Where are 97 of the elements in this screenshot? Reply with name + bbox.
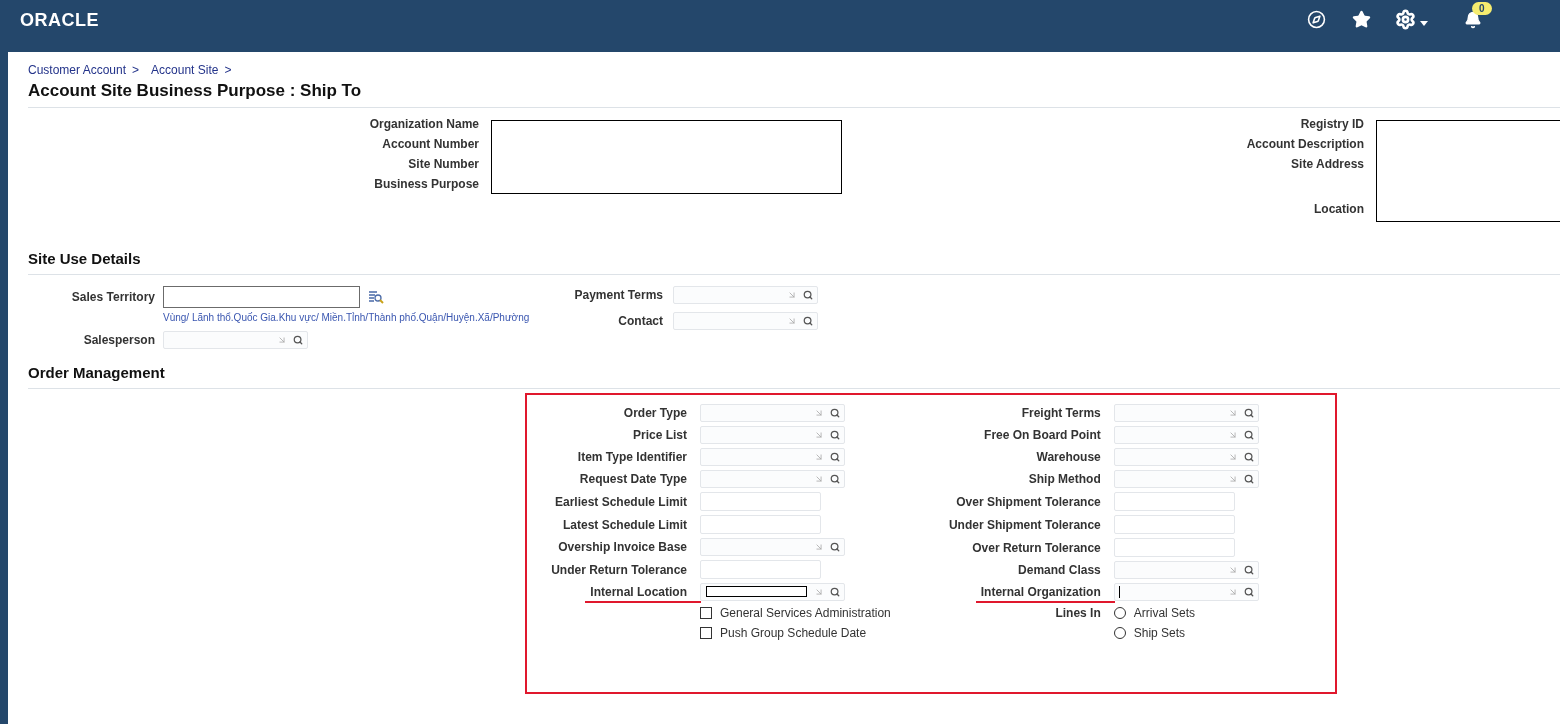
search-icon[interactable] [1243, 452, 1254, 462]
search-icon[interactable] [1243, 430, 1254, 440]
search-icon[interactable] [1243, 587, 1254, 597]
search-icon[interactable] [1243, 408, 1254, 418]
lookup-field[interactable] [1113, 404, 1259, 422]
star-icon[interactable] [1352, 10, 1371, 29]
checkbox[interactable]: Push Group Schedule Date [700, 625, 891, 641]
arrow-icon [814, 542, 824, 552]
lookup-field[interactable] [1113, 561, 1259, 579]
field-label: Warehouse [1036, 450, 1101, 464]
lookup-field[interactable] [673, 286, 818, 304]
search-icon[interactable] [830, 452, 840, 462]
info-label: Organization Name [369, 116, 479, 133]
search-icon[interactable] [293, 335, 303, 345]
search-icon[interactable] [830, 474, 840, 484]
field-label: Price List [632, 428, 687, 442]
caret-icon [1420, 21, 1428, 26]
notification-count: 0 [1472, 1, 1492, 15]
section-heading: Site Use Details [28, 250, 1560, 275]
arrow-icon [814, 408, 824, 418]
logo: ORACLE [20, 10, 99, 31]
arrow-icon [1227, 474, 1238, 484]
search-icon[interactable] [830, 430, 840, 440]
lookup-field[interactable] [163, 331, 308, 349]
field-label: Under Shipment Tolerance [948, 517, 1101, 532]
field-label: Contact [618, 314, 663, 328]
arrow-icon [277, 335, 287, 345]
arrow-icon [1227, 587, 1238, 597]
arrow-icon [1227, 408, 1238, 418]
lookup-field[interactable] [1113, 426, 1259, 444]
info-label: Site Address [1291, 156, 1364, 173]
arrow-icon [1227, 430, 1238, 440]
field-label: Internal Organization [980, 585, 1101, 599]
info-label: Location [1314, 202, 1364, 216]
lookup-field[interactable] [700, 448, 845, 466]
info-label: Registry ID [1300, 116, 1364, 133]
bell-icon[interactable] [1464, 10, 1482, 29]
field-label: Order Type [623, 406, 687, 420]
search-icon[interactable] [830, 587, 840, 597]
page-title: Account Site Business Purpose : Ship To [28, 81, 1560, 108]
field-label: Demand Class [1018, 563, 1101, 577]
arrow-icon [787, 316, 797, 326]
arrow-icon [1227, 565, 1238, 575]
info-label: Business Purpose [374, 176, 479, 193]
lookup-field[interactable] [700, 470, 845, 488]
field-hint: Vùng/ Lãnh thổ.Quốc Gia.Khu vực/ Miền.Tỉnh/Thành phố.Quận/Huyện.Xã/Phường [163, 312, 531, 323]
lookup-field[interactable] [700, 404, 845, 422]
field-label: Freight Terms [1021, 406, 1101, 420]
field-label: Under Return Tolerance [551, 562, 687, 577]
search-icon[interactable] [830, 408, 840, 418]
field-label: Overship Invoice Base [558, 540, 687, 554]
field-label: Earliest Schedule Limit [554, 494, 687, 509]
text-field[interactable] [163, 286, 360, 308]
search-icon[interactable] [803, 290, 813, 300]
info-label: Account Number [382, 136, 479, 153]
field-label: Over Shipment Tolerance [956, 494, 1101, 509]
lookup-field[interactable] [1113, 583, 1259, 601]
checkbox[interactable]: General Services Administration [700, 605, 891, 621]
field-label: Free On Board Point [984, 428, 1101, 442]
field-label: Salesperson [83, 333, 155, 347]
lookup-field[interactable] [1113, 448, 1259, 466]
lookup-field[interactable] [1113, 470, 1259, 488]
compass-icon[interactable] [1307, 10, 1326, 29]
arrow-icon [814, 452, 824, 462]
info-label: Site Number [408, 156, 479, 173]
arrow-icon [1227, 452, 1238, 462]
radio-button[interactable]: Arrival Sets [1113, 605, 1259, 621]
field-label: Over Return Tolerance [972, 540, 1101, 555]
radio-button[interactable]: Ship Sets [1113, 625, 1259, 641]
field-label: Latest Schedule Limit [562, 517, 687, 532]
field-label: Ship Method [1028, 472, 1101, 486]
search-icon[interactable] [830, 542, 840, 552]
settings-icon[interactable] [1395, 9, 1428, 30]
arrow-icon [814, 430, 824, 440]
field-label: Payment Terms [574, 288, 663, 302]
breadcrumb-separator: > [132, 63, 140, 77]
breadcrumb-link[interactable]: Account Site [151, 63, 219, 77]
list-search-icon[interactable] [368, 290, 384, 304]
breadcrumb-link[interactable]: Customer Account [28, 63, 127, 77]
section-heading: Order Management [28, 364, 1560, 389]
search-icon[interactable] [1243, 565, 1254, 575]
info-label: Account Description [1246, 136, 1364, 153]
field-label: Lines In [1055, 606, 1101, 620]
breadcrumb-separator: > [224, 63, 232, 77]
arrow-icon [787, 290, 797, 300]
arrow-icon [814, 474, 824, 484]
lookup-field[interactable] [700, 583, 845, 601]
lookup-field[interactable] [673, 312, 818, 330]
arrow-icon [814, 587, 824, 597]
field-label: Sales Territory [71, 290, 155, 304]
search-icon[interactable] [803, 316, 813, 326]
lookup-field[interactable] [700, 426, 845, 444]
field-label: Internal Location [590, 585, 687, 599]
search-icon[interactable] [1243, 474, 1254, 484]
field-label: Item Type Identifier [577, 450, 687, 464]
field-label: Request Date Type [579, 472, 687, 486]
lookup-field[interactable] [700, 538, 845, 556]
